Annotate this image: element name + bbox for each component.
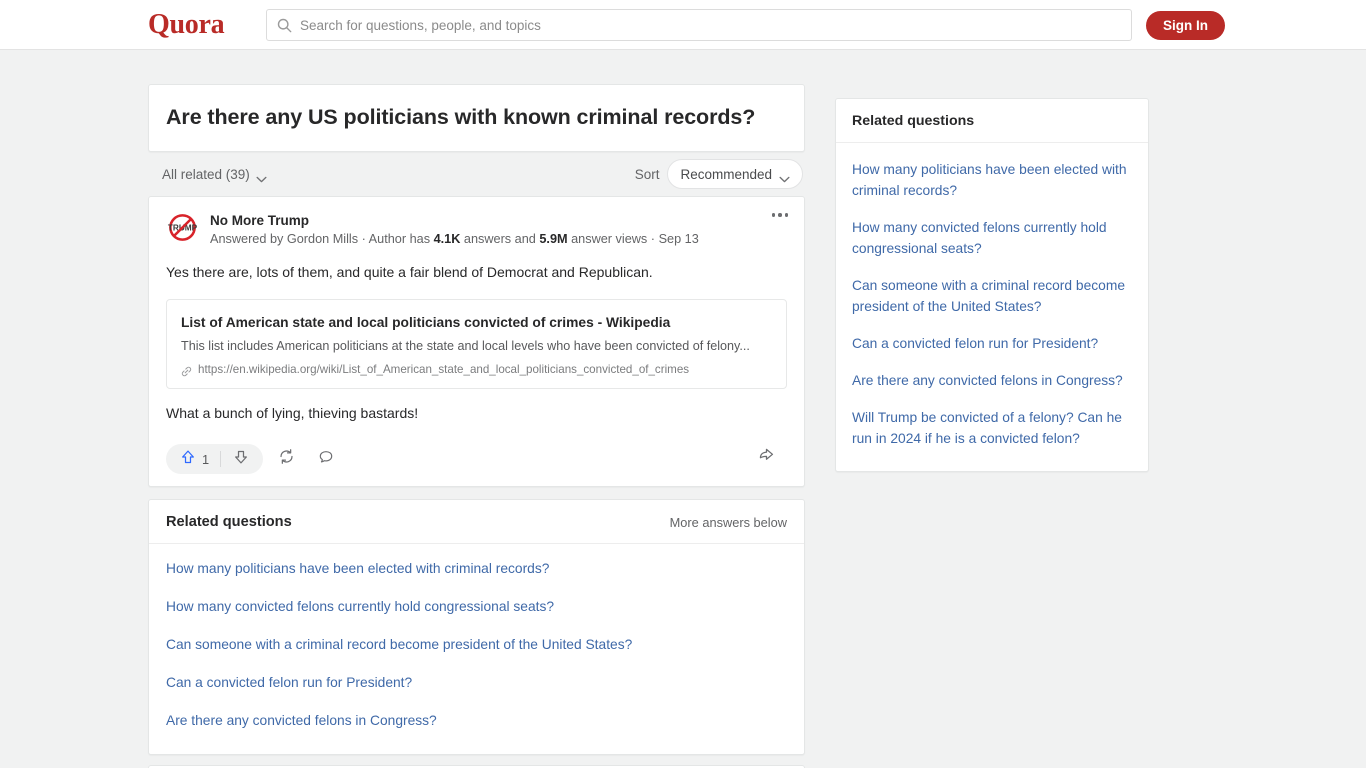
link-preview-url: https://en.wikipedia.org/wiki/List_of_Am… <box>198 363 690 376</box>
upvote-count: 1 <box>202 451 210 467</box>
kebab-dot <box>778 213 782 217</box>
search-input[interactable] <box>300 11 1121 39</box>
link-chain-icon <box>181 364 192 377</box>
page-title: Are there any US politicians with known … <box>166 105 756 129</box>
credential-middle: Author has <box>368 232 434 246</box>
repost-button[interactable] <box>269 444 303 474</box>
answer-actions-bar: 1 <box>166 442 787 476</box>
answer-paragraph: Yes there are, lots of them, and quite a… <box>166 264 653 280</box>
question-card: Are there any US politicians with known … <box>148 84 805 152</box>
sidebar-question-link[interactable]: Can someone with a criminal record becom… <box>852 267 1132 325</box>
answer-date: Sep 13 <box>658 232 699 246</box>
chevron-down-icon <box>256 171 267 182</box>
answer-card: TRUMP No More Trump Answered by Gordon M… <box>148 196 805 487</box>
related-questions-title: Related questions <box>166 514 292 530</box>
related-questions-header: Related questions More answers below <box>149 500 804 544</box>
sort-label: Sort <box>634 166 660 182</box>
credential-separator: · <box>647 232 659 246</box>
related-question-link[interactable]: Can a convicted felon run for President? <box>166 664 787 702</box>
sidebar-question-link[interactable]: Are there any convicted felons in Congre… <box>852 362 1132 399</box>
comment-icon <box>318 449 334 470</box>
answer-options-button[interactable] <box>771 213 788 217</box>
main-column: Are there any US politicians with known … <box>148 84 805 768</box>
downvote-icon <box>233 449 249 470</box>
link-preview-url-row: https://en.wikipedia.org/wiki/List_of_Am… <box>181 363 772 377</box>
related-questions-card: Related questions More answers below How… <box>148 499 805 755</box>
sort-value: Recommended <box>680 166 772 182</box>
sidebar-list: How many politicians have been elected w… <box>836 143 1148 471</box>
layout-spacer <box>148 755 805 765</box>
sidebar-question-link[interactable]: Can a convicted felon run for President? <box>852 325 1132 362</box>
link-preview-description: This list includes American politicians … <box>181 339 750 353</box>
answer-author-row: TRUMP No More Trump Answered by Gordon M… <box>166 211 787 248</box>
views-word: answer views <box>567 232 648 246</box>
related-question-link[interactable]: How many convicted felons currently hold… <box>166 588 787 626</box>
sign-in-button[interactable]: Sign In <box>1146 11 1225 40</box>
related-question-link[interactable]: Can someone with a criminal record becom… <box>166 626 787 664</box>
filter-bar: All related (39) Sort Recommended <box>148 152 805 196</box>
more-answers-below-label: More answers below <box>669 514 787 530</box>
answer-paragraph: What a bunch of lying, thieving bastards… <box>166 405 419 421</box>
upvote-icon <box>180 449 196 470</box>
sidebar-question-link[interactable]: How many convicted felons currently hold… <box>852 209 1132 267</box>
sidebar-related-questions-card: Related questions How many politicians h… <box>835 98 1149 472</box>
all-related-label: All related (39) <box>162 166 250 182</box>
quora-logo[interactable]: Quora <box>148 9 225 41</box>
sort-group: Sort Recommended <box>635 159 803 189</box>
sidebar-header: Related questions <box>836 99 1148 143</box>
author-name[interactable]: No More Trump <box>210 212 787 229</box>
author-credential-prefix: Answered by Gordon Mills <box>210 232 359 246</box>
chevron-down-icon <box>779 171 790 182</box>
related-question-link[interactable]: Are there any convicted felons in Congre… <box>166 702 787 740</box>
credential-separator: · <box>358 232 369 246</box>
comment-button[interactable] <box>309 444 343 474</box>
sidebar-question-link[interactable]: Will Trump be convicted of a felony? Can… <box>852 399 1132 457</box>
link-preview-title: List of American state and local politic… <box>181 315 671 330</box>
share-icon <box>758 446 775 468</box>
related-question-link[interactable]: How many politicians have been elected w… <box>166 550 787 588</box>
answer-author-meta: No More Trump Answered by Gordon Mills ·… <box>210 211 787 248</box>
page-body: Are there any US politicians with known … <box>0 50 1366 768</box>
upvote-button[interactable]: 1 <box>168 444 220 474</box>
author-credential: Answered by Gordon Mills · Author has 4.… <box>210 230 787 248</box>
sidebar-title: Related questions <box>852 113 975 129</box>
downvote-button[interactable] <box>221 444 261 474</box>
search-icon <box>277 18 292 33</box>
kebab-dot <box>771 213 775 217</box>
vote-pill: 1 <box>166 444 264 474</box>
share-button[interactable] <box>751 442 781 472</box>
all-related-dropdown[interactable]: All related (39) <box>162 167 267 182</box>
top-header: Quora Sign In <box>0 0 1366 50</box>
answers-word: answers and <box>460 232 540 246</box>
views-count: 5.9M <box>539 232 568 246</box>
sidebar-question-link[interactable]: How many politicians have been elected w… <box>852 151 1132 209</box>
answer-count: 4.1K <box>433 232 461 246</box>
link-preview-card[interactable]: List of American state and local politic… <box>166 299 787 389</box>
sort-dropdown[interactable]: Recommended <box>667 159 803 189</box>
kebab-dot <box>784 213 788 217</box>
search-bar[interactable] <box>266 9 1132 41</box>
repost-icon <box>278 448 295 470</box>
layout-spacer <box>148 487 805 499</box>
no-trump-icon[interactable]: TRUMP <box>166 211 199 244</box>
related-questions-list: How many politicians have been elected w… <box>149 544 804 754</box>
sidebar-column: Related questions How many politicians h… <box>835 98 1149 472</box>
